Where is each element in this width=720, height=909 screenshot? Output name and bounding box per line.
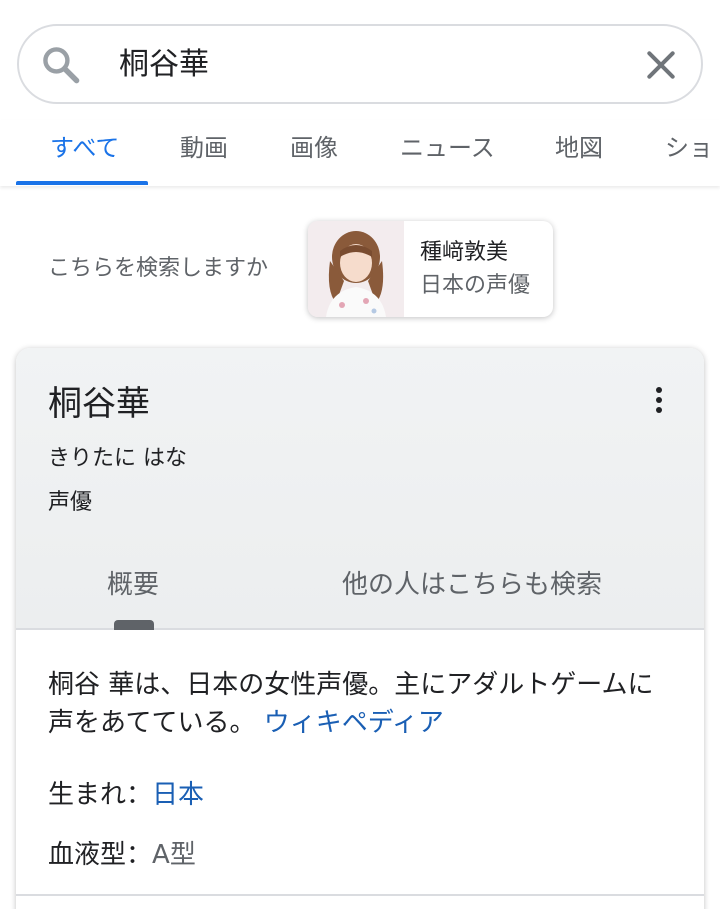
wikipedia-link[interactable]: ウィキペディア: [264, 708, 444, 738]
search-tabs: すべて 動画 画像 ニュース 地図 ショ: [0, 120, 720, 186]
search-bar[interactable]: 桐谷華: [17, 24, 703, 104]
fact-label: 血液型: [48, 840, 127, 870]
panel-title: 桐谷華: [48, 384, 150, 424]
fact-blood-type: 血液型：A型: [48, 838, 196, 872]
fact-label: 生まれ: [48, 780, 127, 810]
tab-news[interactable]: ニュース: [400, 130, 495, 166]
fact-born: 生まれ：日本: [48, 778, 204, 812]
active-tab-indicator: [16, 181, 148, 185]
panel-tab-indicator: [114, 620, 154, 630]
panel-tab-overview[interactable]: 概要: [107, 568, 159, 602]
tab-images[interactable]: 画像: [290, 130, 338, 166]
panel-tab-people-also-search[interactable]: 他の人はこちらも検索: [342, 568, 602, 602]
tab-shopping[interactable]: ショ: [665, 130, 713, 166]
close-icon[interactable]: [641, 45, 681, 85]
knowledge-panel-header: 桐谷華 きりたに はな 声優 概要 他の人はこちらも検索: [16, 348, 704, 630]
search-input[interactable]: 桐谷華: [119, 43, 209, 87]
fact-value: A型: [152, 840, 196, 870]
divider: [16, 894, 704, 896]
panel-entity-type: 声優: [48, 490, 93, 515]
person-photo: [308, 221, 404, 317]
knowledge-panel: 桐谷華 きりたに はな 声優 概要 他の人はこちらも検索 桐谷 華は、日本の女性…: [16, 348, 704, 909]
more-vert-icon[interactable]: [652, 384, 666, 416]
tab-all[interactable]: すべて: [50, 130, 119, 166]
search-icon[interactable]: [39, 43, 83, 87]
tab-videos[interactable]: 動画: [180, 130, 228, 166]
tab-maps[interactable]: 地図: [555, 130, 603, 166]
suggested-person-name: 種﨑敦美: [420, 240, 509, 265]
panel-reading: きりたに はな: [48, 446, 187, 471]
fact-separator: ：: [126, 780, 153, 810]
panel-description: 桐谷 華は、日本の女性声優。主にアダルトゲームに声をあてている。 ウィキペディア: [48, 666, 678, 742]
fact-value-link[interactable]: 日本: [152, 780, 204, 810]
did-you-mean-card[interactable]: 種﨑敦美 日本の声優: [308, 221, 553, 317]
fact-separator: ：: [126, 840, 153, 870]
did-you-mean-label: こちらを検索しますか: [48, 256, 269, 281]
suggested-person-description: 日本の声優: [420, 273, 531, 298]
